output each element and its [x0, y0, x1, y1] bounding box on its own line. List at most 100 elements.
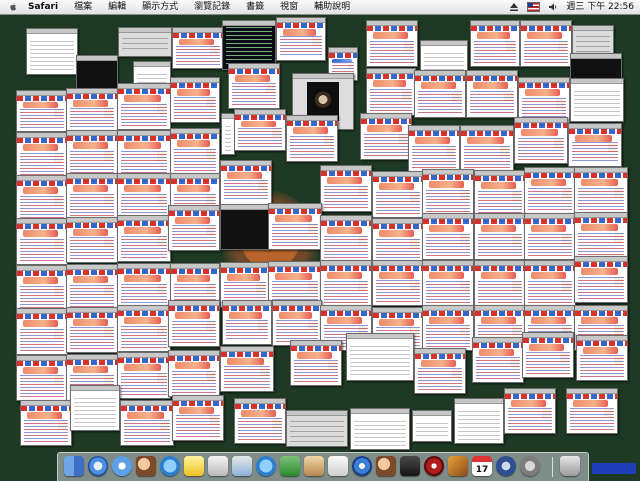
window-thumbnail[interactable]	[422, 260, 474, 307]
window-thumbnail[interactable]	[372, 171, 424, 218]
apple-menu-icon[interactable]	[8, 2, 18, 12]
window-thumbnail[interactable]	[472, 337, 524, 383]
window-thumbnail[interactable]	[574, 256, 628, 303]
menu-file[interactable]: 檔案	[74, 0, 92, 14]
window-thumbnail[interactable]	[372, 260, 424, 306]
window-thumbnail[interactable]	[466, 70, 518, 118]
window-thumbnail[interactable]	[276, 17, 326, 61]
window-thumbnail[interactable]	[576, 335, 628, 381]
window-thumbnail[interactable]	[286, 410, 348, 447]
menu-window[interactable]: 視窗	[280, 0, 298, 14]
window-thumbnail[interactable]	[16, 308, 68, 355]
window-thumbnail[interactable]	[574, 167, 628, 214]
textedit-icon[interactable]	[304, 456, 324, 476]
window-thumbnail[interactable]	[118, 27, 172, 57]
window-thumbnail[interactable]	[117, 305, 171, 352]
window-thumbnail[interactable]	[422, 169, 474, 216]
window-thumbnail[interactable]	[228, 63, 280, 109]
iphoto-icon[interactable]	[136, 456, 156, 476]
window-thumbnail[interactable]	[20, 400, 72, 446]
window-thumbnail[interactable]	[568, 123, 622, 167]
calendar-icon[interactable]: 17	[472, 456, 492, 476]
window-thumbnail[interactable]	[221, 113, 235, 155]
window-thumbnail[interactable]	[26, 28, 78, 75]
volume-icon[interactable]	[548, 2, 558, 12]
window-thumbnail[interactable]	[168, 300, 220, 347]
window-thumbnail[interactable]	[172, 395, 224, 441]
chess-icon[interactable]	[208, 456, 228, 476]
window-thumbnail[interactable]	[66, 130, 118, 177]
window-thumbnail[interactable]	[16, 265, 68, 312]
safari-icon[interactable]	[88, 456, 108, 476]
window-thumbnail[interactable]	[168, 205, 220, 251]
window-thumbnail[interactable]	[412, 410, 452, 442]
menu-bookmarks[interactable]: 書籤	[246, 0, 264, 14]
document-icon[interactable]	[328, 456, 348, 476]
window-thumbnail[interactable]	[524, 260, 576, 307]
window-thumbnail[interactable]	[117, 130, 171, 177]
window-thumbnail[interactable]	[524, 213, 576, 260]
photo-booth-icon[interactable]	[376, 456, 396, 476]
window-thumbnail[interactable]	[117, 83, 171, 130]
window-thumbnail[interactable]	[570, 78, 624, 122]
window-thumbnail[interactable]	[366, 68, 416, 116]
window-thumbnail[interactable]	[522, 332, 574, 378]
window-thumbnail[interactable]	[16, 218, 68, 265]
window-thumbnail[interactable]	[234, 398, 286, 444]
window-thumbnail[interactable]	[66, 217, 118, 263]
preview-icon[interactable]	[232, 456, 252, 476]
window-thumbnail[interactable]	[574, 212, 628, 259]
window-thumbnail[interactable]	[16, 90, 68, 132]
ichat-icon[interactable]	[160, 456, 180, 476]
window-thumbnail[interactable]	[234, 109, 286, 151]
imovie-icon[interactable]	[400, 456, 420, 476]
itunes-icon[interactable]	[352, 456, 372, 476]
window-thumbnail[interactable]	[222, 300, 272, 345]
window-thumbnail[interactable]	[372, 218, 424, 265]
menu-help[interactable]: 輔助說明	[314, 0, 350, 14]
app-icon[interactable]	[280, 456, 300, 476]
eject-icon[interactable]	[509, 2, 519, 12]
window-thumbnail[interactable]	[290, 340, 342, 386]
window-thumbnail[interactable]	[120, 400, 174, 446]
window-thumbnail[interactable]	[16, 175, 68, 222]
input-method-flag-icon[interactable]	[527, 2, 541, 12]
window-thumbnail[interactable]	[70, 385, 120, 431]
window-thumbnail[interactable]	[474, 260, 526, 307]
window-thumbnail[interactable]	[117, 263, 171, 310]
window-thumbnail[interactable]	[408, 125, 460, 172]
window-thumbnail[interactable]	[320, 165, 372, 212]
menu-edit[interactable]: 編輯	[108, 0, 126, 14]
window-thumbnail[interactable]	[320, 260, 372, 307]
window-thumbnail[interactable]	[16, 355, 68, 401]
window-thumbnail[interactable]	[474, 213, 526, 260]
window-thumbnail[interactable]	[350, 408, 410, 450]
menu-clock[interactable]: 週三 下午 22:56	[566, 0, 634, 14]
mail-icon[interactable]	[112, 456, 132, 476]
window-thumbnail[interactable]	[220, 204, 270, 250]
window-thumbnail[interactable]	[16, 132, 68, 179]
window-thumbnail[interactable]	[514, 117, 568, 164]
window-thumbnail[interactable]	[117, 215, 171, 262]
window-thumbnail[interactable]	[414, 70, 466, 118]
dvd-player-icon[interactable]	[424, 456, 444, 476]
window-thumbnail[interactable]	[422, 305, 474, 351]
garageband-icon[interactable]	[448, 456, 468, 476]
window-thumbnail[interactable]	[524, 167, 576, 214]
window-thumbnail[interactable]	[414, 348, 466, 394]
window-thumbnail[interactable]	[504, 388, 556, 434]
ical-sync-icon[interactable]	[256, 456, 276, 476]
window-thumbnail[interactable]	[566, 388, 618, 434]
window-thumbnail[interactable]	[220, 346, 274, 392]
quicktime-icon[interactable]	[496, 456, 516, 476]
window-thumbnail[interactable]	[474, 170, 526, 217]
window-thumbnail[interactable]	[346, 333, 414, 381]
window-thumbnail[interactable]	[520, 20, 572, 67]
window-thumbnail[interactable]	[268, 203, 322, 250]
window-thumbnail[interactable]	[117, 173, 171, 220]
menu-history[interactable]: 瀏覽記錄	[194, 0, 230, 14]
window-thumbnail[interactable]	[220, 160, 272, 205]
trash-icon[interactable]	[560, 456, 580, 476]
system-preferences-icon[interactable]	[520, 456, 540, 476]
window-thumbnail[interactable]	[172, 27, 224, 69]
